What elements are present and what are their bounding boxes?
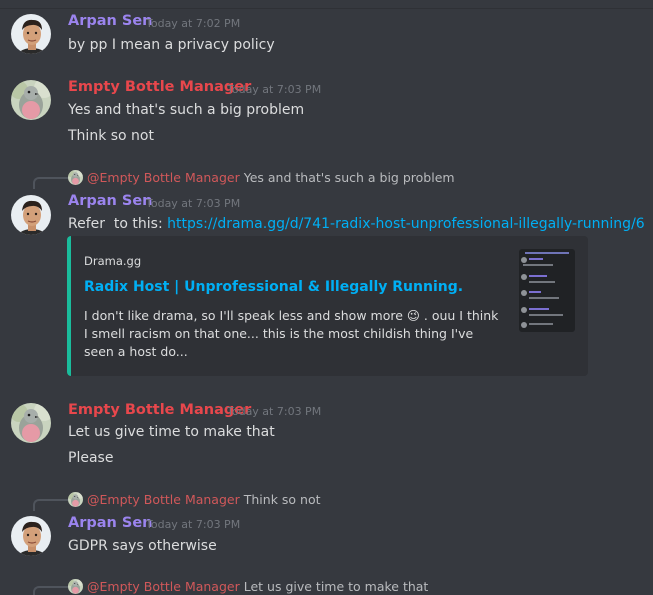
arpan-avatar[interactable] (11, 516, 51, 556)
message-timestamp: Today at 7:03 PM (227, 405, 322, 418)
reply-mention[interactable]: @Empty Bottle Manager (87, 170, 240, 185)
message-timestamp: Today at 7:03 PM (146, 197, 241, 210)
reply-text[interactable]: Let us give time to make that (244, 579, 429, 594)
reply-mention[interactable]: @Empty Bottle Manager (87, 492, 240, 507)
reply-mention[interactable]: @Empty Bottle Manager (87, 579, 240, 594)
reply-text[interactable]: Think so not (244, 492, 321, 507)
message-text: Yes and that's such a big problem (68, 102, 305, 118)
embed-description: I don't like drama, so I'll speak less a… (84, 307, 504, 361)
author-name[interactable]: Arpan Sen (68, 13, 153, 29)
author-name[interactable]: Arpan Sen (68, 193, 153, 209)
reply-preview[interactable]: @Empty Bottle Manager Let us give time t… (68, 579, 428, 594)
user-photo-avatar-icon (11, 195, 51, 235)
reply-preview[interactable]: @Empty Bottle Manager Yes and that's suc… (68, 170, 455, 185)
empty-bottle-manager-avatar[interactable] (11, 80, 51, 120)
message-text-prefix: Refer to this: (68, 216, 168, 232)
message-timestamp: Today at 7:03 PM (227, 83, 322, 96)
user-photo-avatar-icon (11, 14, 51, 54)
message-timestamp: Today at 7:02 PM (146, 17, 241, 30)
message-text: Think so not (68, 128, 154, 144)
reply-spine (33, 499, 68, 511)
user-photo-avatar-icon (11, 516, 51, 556)
arpan-avatar[interactable] (11, 195, 51, 235)
link-embed: Drama.gg Radix Host | Unprofessional & I… (67, 236, 588, 376)
divider (0, 8, 653, 9)
message-timestamp: Today at 7:03 PM (146, 518, 241, 531)
embed-description-part: I don't like drama, so I'll speak less a… (84, 308, 403, 323)
reply-text[interactable]: Yes and that's such a big problem (244, 170, 455, 185)
embed-title[interactable]: Radix Host | Unprofessional & Illegally … (84, 279, 463, 295)
message-link[interactable]: https://drama.gg/d/741-radix-host-unprof… (167, 216, 645, 232)
reply-spine (33, 586, 68, 595)
reply-preview[interactable]: @Empty Bottle Manager Think so not (68, 492, 321, 507)
bird-avatar-icon (68, 492, 83, 507)
message-text: Refer to this: https://drama.gg/d/741-ra… (68, 216, 645, 232)
author-name[interactable]: Empty Bottle Manager (68, 402, 251, 418)
bird-avatar-icon (11, 80, 51, 120)
empty-bottle-manager-avatar[interactable] (11, 403, 51, 443)
embed-thumbnail[interactable] (519, 249, 575, 332)
wink-emoji-icon: 😉 (406, 308, 420, 323)
bird-avatar-icon (68, 579, 83, 594)
message-text: Let us give time to make that (68, 424, 275, 440)
reply-spine (33, 177, 68, 189)
bird-avatar-icon (11, 403, 51, 443)
message-text: Please (68, 450, 114, 466)
message-text: by pp I mean a privacy policy (68, 37, 275, 53)
embed-provider[interactable]: Drama.gg (84, 254, 141, 268)
chat-message-list: Arpan Sen Today at 7:02 PM by pp I mean … (0, 0, 653, 595)
message-text: GDPR says otherwise (68, 538, 217, 554)
author-name[interactable]: Empty Bottle Manager (68, 79, 251, 95)
bird-avatar-icon (68, 170, 83, 185)
arpan-avatar[interactable] (11, 14, 51, 54)
author-name[interactable]: Arpan Sen (68, 515, 153, 531)
